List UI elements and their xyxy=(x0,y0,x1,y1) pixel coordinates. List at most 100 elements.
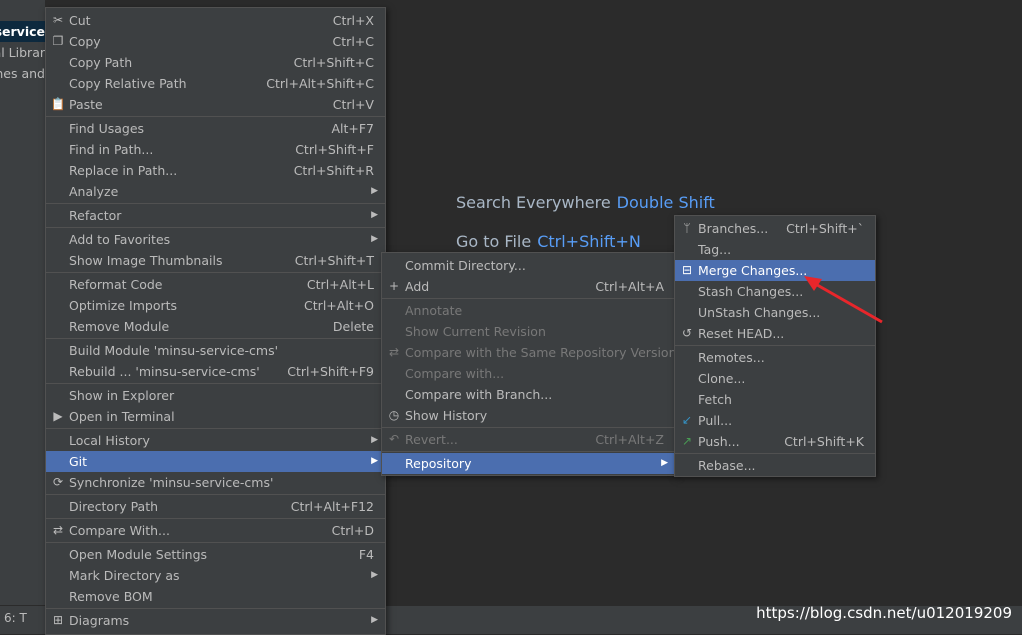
menu-item-paste[interactable]: 📋 Paste Ctrl+V xyxy=(46,94,385,115)
menu-separator xyxy=(382,427,675,428)
menu-item-label: Git xyxy=(69,454,88,469)
menu-item-remove-module[interactable]: Remove Module Delete xyxy=(46,316,385,337)
menu-item-compare-with-branch[interactable]: Compare with Branch... xyxy=(382,384,675,405)
menu-item-show-history[interactable]: ◷ Show History xyxy=(382,405,675,426)
menu-item-copy-relative-path[interactable]: Copy Relative Path Ctrl+Alt+Shift+C xyxy=(46,73,385,94)
menu-item-show-image-thumbnails[interactable]: Show Image Thumbnails Ctrl+Shift+T xyxy=(46,250,385,271)
menu-item-label: Clone... xyxy=(698,371,746,386)
menu-item-compare-same-repo-version[interactable]: ⇄ Compare with the Same Repository Versi… xyxy=(382,342,677,363)
plus-icon: + xyxy=(388,279,400,293)
menu-item-find-usages[interactable]: Find Usages Alt+F7 xyxy=(46,118,385,139)
menu-item-remove-bom[interactable]: Remove BOM xyxy=(46,586,385,607)
menu-item-merge-changes[interactable]: ⊟ Merge Changes... xyxy=(675,260,875,281)
menu-item-shortcut: Alt+F7 xyxy=(331,121,374,136)
menu-item-label: Compare with the Same Repository Version xyxy=(405,345,677,360)
menu-item-replace-in-path[interactable]: Replace in Path... Ctrl+Shift+R xyxy=(46,160,385,181)
menu-separator xyxy=(675,345,875,346)
menu-item-label: Reset HEAD... xyxy=(698,326,785,341)
menu-item-label: Synchronize 'minsu-service-cms' xyxy=(69,475,274,490)
menu-item-label: Find in Path... xyxy=(69,142,154,157)
menu-item-label: Cut xyxy=(69,13,91,28)
menu-separator xyxy=(46,542,385,543)
watermark: https://blog.csdn.net/u012019209 xyxy=(756,604,1012,622)
menu-item-tag[interactable]: Tag... xyxy=(675,239,875,260)
menu-item-show-in-explorer[interactable]: Show in Explorer xyxy=(46,385,385,406)
push-icon: ↗ xyxy=(681,434,693,448)
menu-item-label: Remotes... xyxy=(698,350,765,365)
pull-icon: ↙ xyxy=(681,413,693,427)
menu-item-git[interactable]: Git ▶ xyxy=(46,451,385,472)
menu-item-compare-with[interactable]: Compare with... xyxy=(382,363,675,384)
menu-item-open-in-terminal[interactable]: ▶ Open in Terminal xyxy=(46,406,385,427)
menu-item-label: Add to Favorites xyxy=(69,232,171,247)
clipboard-icon: 📋 xyxy=(50,97,66,111)
hint-go-to-file: Go to File Ctrl+Shift+N xyxy=(456,232,641,251)
menu-item-label: Rebase... xyxy=(698,458,756,473)
menu-item-push[interactable]: ↗ Push... Ctrl+Shift+K xyxy=(675,431,875,452)
menu-item-branches[interactable]: ᛘ Branches... Ctrl+Shift+` xyxy=(675,218,875,239)
menu-item-pull[interactable]: ↙ Pull... xyxy=(675,410,875,431)
menu-item-revert[interactable]: ↶ Revert... Ctrl+Alt+Z xyxy=(382,429,675,450)
project-tree-item[interactable]: -service xyxy=(0,21,45,42)
menu-item-directory-path[interactable]: Directory Path Ctrl+Alt+F12 xyxy=(46,496,385,517)
menu-item-build-module[interactable]: Build Module 'minsu-service-cms' xyxy=(46,340,385,361)
submenu-arrow-icon: ▶ xyxy=(371,570,378,580)
menu-item-rebase[interactable]: Rebase... xyxy=(675,455,875,476)
menu-item-label: Repository xyxy=(405,456,472,471)
menu-item-reset-head[interactable]: ↺ Reset HEAD... xyxy=(675,323,875,344)
menu-item-open-module-settings[interactable]: Open Module Settings F4 xyxy=(46,544,385,565)
menu-item-mark-directory-as[interactable]: Mark Directory as ▶ xyxy=(46,565,385,586)
menu-item-unstash-changes[interactable]: UnStash Changes... xyxy=(675,302,875,323)
menu-item-analyze[interactable]: Analyze ▶ xyxy=(46,181,385,202)
menu-item-shortcut: Ctrl+Shift+R xyxy=(293,163,374,178)
menu-item-shortcut: Delete xyxy=(332,319,374,334)
git-submenu: Commit Directory... + Add Ctrl+Alt+A Ann… xyxy=(381,252,677,476)
menu-item-copy-path[interactable]: Copy Path Ctrl+Shift+C xyxy=(46,52,385,73)
menu-item-reformat-code[interactable]: Reformat Code Ctrl+Alt+L xyxy=(46,274,385,295)
menu-item-commit-directory[interactable]: Commit Directory... xyxy=(382,255,675,276)
submenu-arrow-icon: ▶ xyxy=(371,234,378,244)
compare-icon: ⇄ xyxy=(388,345,400,359)
menu-item-rebuild-module[interactable]: Rebuild ... 'minsu-service-cms' Ctrl+Shi… xyxy=(46,361,385,382)
menu-item-shortcut: Ctrl+Shift+T xyxy=(294,253,374,268)
project-tree-item[interactable]: nes and xyxy=(0,63,45,84)
submenu-arrow-icon: ▶ xyxy=(371,435,378,445)
menu-item-refactor[interactable]: Refactor ▶ xyxy=(46,205,385,226)
menu-item-copy[interactable]: ❐ Copy Ctrl+C xyxy=(46,31,385,52)
menu-item-repository[interactable]: Repository ▶ xyxy=(382,453,675,474)
menu-item-label: Compare with... xyxy=(405,366,505,381)
menu-item-add[interactable]: + Add Ctrl+Alt+A xyxy=(382,276,675,297)
menu-item-remotes[interactable]: Remotes... xyxy=(675,347,875,368)
menu-item-label: Merge Changes... xyxy=(698,263,808,278)
menu-item-diagrams[interactable]: ⊞ Diagrams ▶ xyxy=(46,610,385,631)
compare-icon: ⇄ xyxy=(52,523,64,537)
menu-separator xyxy=(46,518,385,519)
menu-item-synchronize[interactable]: ⟳ Synchronize 'minsu-service-cms' xyxy=(46,472,385,493)
menu-item-stash-changes[interactable]: Stash Changes... xyxy=(675,281,875,302)
menu-separator xyxy=(46,227,385,228)
menu-item-label: Directory Path xyxy=(69,499,159,514)
menu-item-local-history[interactable]: Local History ▶ xyxy=(46,430,385,451)
menu-item-find-in-path[interactable]: Find in Path... Ctrl+Shift+F xyxy=(46,139,385,160)
hint-label: Go to File xyxy=(456,232,532,251)
menu-item-add-to-favorites[interactable]: Add to Favorites ▶ xyxy=(46,229,385,250)
menu-item-cut[interactable]: ✂ Cut Ctrl+X xyxy=(46,10,385,31)
submenu-arrow-icon: ▶ xyxy=(371,615,378,625)
menu-item-label: Rebuild ... 'minsu-service-cms' xyxy=(69,364,260,379)
submenu-arrow-icon: ▶ xyxy=(371,456,378,466)
sync-icon: ⟳ xyxy=(52,475,64,489)
menu-item-label: Revert... xyxy=(405,432,458,447)
project-tree-item[interactable]: al Librar xyxy=(0,42,45,63)
menu-item-compare-with[interactable]: ⇄ Compare With... Ctrl+D xyxy=(46,520,385,541)
menu-item-label: Commit Directory... xyxy=(405,258,526,273)
tool-window-tab[interactable]: 6: T xyxy=(4,611,27,625)
menu-item-shortcut: Ctrl+Shift+C xyxy=(293,55,374,70)
menu-item-label: Optimize Imports xyxy=(69,298,178,313)
menu-item-annotate[interactable]: Annotate xyxy=(382,300,675,321)
menu-item-fetch[interactable]: Fetch xyxy=(675,389,875,410)
menu-item-clone[interactable]: Clone... xyxy=(675,368,875,389)
project-tree-label: -service xyxy=(0,24,45,39)
menu-item-optimize-imports[interactable]: Optimize Imports Ctrl+Alt+O xyxy=(46,295,385,316)
submenu-arrow-icon: ▶ xyxy=(661,458,668,468)
menu-item-show-current-revision[interactable]: Show Current Revision xyxy=(382,321,675,342)
